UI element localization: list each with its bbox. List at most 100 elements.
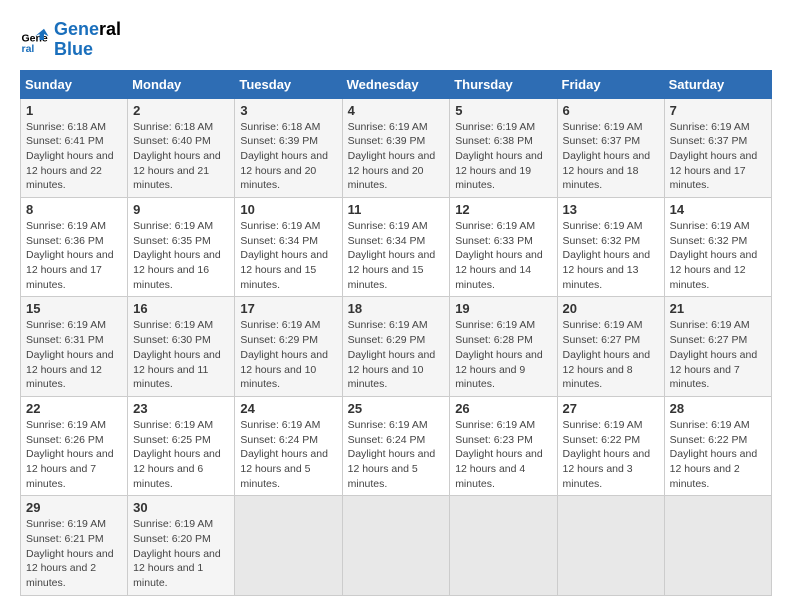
calendar-cell: 4 Sunrise: 6:19 AM Sunset: 6:39 PM Dayli… bbox=[342, 98, 450, 197]
day-info: Sunrise: 6:19 AM Sunset: 6:23 PM Dayligh… bbox=[455, 418, 551, 491]
day-info: Sunrise: 6:19 AM Sunset: 6:27 PM Dayligh… bbox=[670, 318, 766, 391]
calendar-cell: 27 Sunrise: 6:19 AM Sunset: 6:22 PM Dayl… bbox=[557, 396, 664, 495]
calendar-cell: 3 Sunrise: 6:18 AM Sunset: 6:39 PM Dayli… bbox=[235, 98, 342, 197]
calendar-cell: 26 Sunrise: 6:19 AM Sunset: 6:23 PM Dayl… bbox=[450, 396, 557, 495]
header-monday: Monday bbox=[128, 70, 235, 98]
day-info: Sunrise: 6:19 AM Sunset: 6:24 PM Dayligh… bbox=[240, 418, 336, 491]
svg-text:ral: ral bbox=[22, 43, 35, 55]
day-number: 12 bbox=[455, 202, 551, 217]
page-header: Gene ral GeneralBlue bbox=[20, 20, 772, 60]
day-number: 6 bbox=[563, 103, 659, 118]
calendar-week-row: 8 Sunrise: 6:19 AM Sunset: 6:36 PM Dayli… bbox=[21, 198, 772, 297]
calendar-week-row: 22 Sunrise: 6:19 AM Sunset: 6:26 PM Dayl… bbox=[21, 396, 772, 495]
day-info: Sunrise: 6:19 AM Sunset: 6:25 PM Dayligh… bbox=[133, 418, 229, 491]
day-info: Sunrise: 6:19 AM Sunset: 6:30 PM Dayligh… bbox=[133, 318, 229, 391]
calendar-cell: 24 Sunrise: 6:19 AM Sunset: 6:24 PM Dayl… bbox=[235, 396, 342, 495]
header-thursday: Thursday bbox=[450, 70, 557, 98]
calendar-cell: 21 Sunrise: 6:19 AM Sunset: 6:27 PM Dayl… bbox=[664, 297, 771, 396]
day-number: 14 bbox=[670, 202, 766, 217]
calendar-cell: 11 Sunrise: 6:19 AM Sunset: 6:34 PM Dayl… bbox=[342, 198, 450, 297]
day-info: Sunrise: 6:19 AM Sunset: 6:29 PM Dayligh… bbox=[240, 318, 336, 391]
day-number: 20 bbox=[563, 301, 659, 316]
calendar-cell: 1 Sunrise: 6:18 AM Sunset: 6:41 PM Dayli… bbox=[21, 98, 128, 197]
day-number: 23 bbox=[133, 401, 229, 416]
day-info: Sunrise: 6:19 AM Sunset: 6:33 PM Dayligh… bbox=[455, 219, 551, 292]
day-info: Sunrise: 6:19 AM Sunset: 6:22 PM Dayligh… bbox=[670, 418, 766, 491]
calendar-cell: 23 Sunrise: 6:19 AM Sunset: 6:25 PM Dayl… bbox=[128, 396, 235, 495]
day-info: Sunrise: 6:19 AM Sunset: 6:39 PM Dayligh… bbox=[348, 120, 445, 193]
calendar-cell bbox=[450, 496, 557, 595]
calendar-cell: 29 Sunrise: 6:19 AM Sunset: 6:21 PM Dayl… bbox=[21, 496, 128, 595]
calendar-cell: 28 Sunrise: 6:19 AM Sunset: 6:22 PM Dayl… bbox=[664, 396, 771, 495]
calendar-cell bbox=[557, 496, 664, 595]
calendar-cell bbox=[235, 496, 342, 595]
day-info: Sunrise: 6:19 AM Sunset: 6:28 PM Dayligh… bbox=[455, 318, 551, 391]
calendar-cell: 18 Sunrise: 6:19 AM Sunset: 6:29 PM Dayl… bbox=[342, 297, 450, 396]
day-number: 27 bbox=[563, 401, 659, 416]
calendar-cell: 7 Sunrise: 6:19 AM Sunset: 6:37 PM Dayli… bbox=[664, 98, 771, 197]
day-number: 1 bbox=[26, 103, 122, 118]
day-number: 30 bbox=[133, 500, 229, 515]
calendar-cell: 5 Sunrise: 6:19 AM Sunset: 6:38 PM Dayli… bbox=[450, 98, 557, 197]
calendar-week-row: 15 Sunrise: 6:19 AM Sunset: 6:31 PM Dayl… bbox=[21, 297, 772, 396]
calendar-week-row: 1 Sunrise: 6:18 AM Sunset: 6:41 PM Dayli… bbox=[21, 98, 772, 197]
day-number: 8 bbox=[26, 202, 122, 217]
day-number: 7 bbox=[670, 103, 766, 118]
calendar-cell: 19 Sunrise: 6:19 AM Sunset: 6:28 PM Dayl… bbox=[450, 297, 557, 396]
day-number: 28 bbox=[670, 401, 766, 416]
day-number: 11 bbox=[348, 202, 445, 217]
calendar-cell: 9 Sunrise: 6:19 AM Sunset: 6:35 PM Dayli… bbox=[128, 198, 235, 297]
day-info: Sunrise: 6:19 AM Sunset: 6:37 PM Dayligh… bbox=[563, 120, 659, 193]
day-number: 9 bbox=[133, 202, 229, 217]
day-number: 24 bbox=[240, 401, 336, 416]
day-info: Sunrise: 6:19 AM Sunset: 6:27 PM Dayligh… bbox=[563, 318, 659, 391]
day-info: Sunrise: 6:19 AM Sunset: 6:24 PM Dayligh… bbox=[348, 418, 445, 491]
day-info: Sunrise: 6:18 AM Sunset: 6:40 PM Dayligh… bbox=[133, 120, 229, 193]
day-number: 5 bbox=[455, 103, 551, 118]
header-friday: Friday bbox=[557, 70, 664, 98]
header-wednesday: Wednesday bbox=[342, 70, 450, 98]
calendar-cell: 20 Sunrise: 6:19 AM Sunset: 6:27 PM Dayl… bbox=[557, 297, 664, 396]
logo-text: GeneralBlue bbox=[54, 20, 121, 60]
day-number: 2 bbox=[133, 103, 229, 118]
day-number: 26 bbox=[455, 401, 551, 416]
calendar-cell: 25 Sunrise: 6:19 AM Sunset: 6:24 PM Dayl… bbox=[342, 396, 450, 495]
calendar-cell: 6 Sunrise: 6:19 AM Sunset: 6:37 PM Dayli… bbox=[557, 98, 664, 197]
calendar-header-row: SundayMondayTuesdayWednesdayThursdayFrid… bbox=[21, 70, 772, 98]
day-info: Sunrise: 6:19 AM Sunset: 6:20 PM Dayligh… bbox=[133, 517, 229, 590]
calendar-cell: 14 Sunrise: 6:19 AM Sunset: 6:32 PM Dayl… bbox=[664, 198, 771, 297]
day-info: Sunrise: 6:19 AM Sunset: 6:26 PM Dayligh… bbox=[26, 418, 122, 491]
day-number: 16 bbox=[133, 301, 229, 316]
logo-icon: Gene ral bbox=[20, 25, 50, 55]
day-info: Sunrise: 6:19 AM Sunset: 6:35 PM Dayligh… bbox=[133, 219, 229, 292]
calendar-table: SundayMondayTuesdayWednesdayThursdayFrid… bbox=[20, 70, 772, 596]
day-info: Sunrise: 6:19 AM Sunset: 6:34 PM Dayligh… bbox=[240, 219, 336, 292]
day-number: 22 bbox=[26, 401, 122, 416]
day-number: 4 bbox=[348, 103, 445, 118]
calendar-cell bbox=[664, 496, 771, 595]
calendar-week-row: 29 Sunrise: 6:19 AM Sunset: 6:21 PM Dayl… bbox=[21, 496, 772, 595]
day-info: Sunrise: 6:19 AM Sunset: 6:36 PM Dayligh… bbox=[26, 219, 122, 292]
calendar-cell: 8 Sunrise: 6:19 AM Sunset: 6:36 PM Dayli… bbox=[21, 198, 128, 297]
day-number: 13 bbox=[563, 202, 659, 217]
day-number: 18 bbox=[348, 301, 445, 316]
calendar-cell: 17 Sunrise: 6:19 AM Sunset: 6:29 PM Dayl… bbox=[235, 297, 342, 396]
day-info: Sunrise: 6:18 AM Sunset: 6:39 PM Dayligh… bbox=[240, 120, 336, 193]
day-number: 10 bbox=[240, 202, 336, 217]
logo: Gene ral GeneralBlue bbox=[20, 20, 121, 60]
day-number: 29 bbox=[26, 500, 122, 515]
day-info: Sunrise: 6:19 AM Sunset: 6:22 PM Dayligh… bbox=[563, 418, 659, 491]
day-number: 3 bbox=[240, 103, 336, 118]
calendar-cell: 15 Sunrise: 6:19 AM Sunset: 6:31 PM Dayl… bbox=[21, 297, 128, 396]
calendar-cell: 22 Sunrise: 6:19 AM Sunset: 6:26 PM Dayl… bbox=[21, 396, 128, 495]
calendar-cell: 13 Sunrise: 6:19 AM Sunset: 6:32 PM Dayl… bbox=[557, 198, 664, 297]
header-saturday: Saturday bbox=[664, 70, 771, 98]
day-info: Sunrise: 6:19 AM Sunset: 6:21 PM Dayligh… bbox=[26, 517, 122, 590]
header-sunday: Sunday bbox=[21, 70, 128, 98]
day-info: Sunrise: 6:19 AM Sunset: 6:38 PM Dayligh… bbox=[455, 120, 551, 193]
day-number: 15 bbox=[26, 301, 122, 316]
day-number: 21 bbox=[670, 301, 766, 316]
calendar-cell: 12 Sunrise: 6:19 AM Sunset: 6:33 PM Dayl… bbox=[450, 198, 557, 297]
calendar-cell: 30 Sunrise: 6:19 AM Sunset: 6:20 PM Dayl… bbox=[128, 496, 235, 595]
calendar-cell: 10 Sunrise: 6:19 AM Sunset: 6:34 PM Dayl… bbox=[235, 198, 342, 297]
